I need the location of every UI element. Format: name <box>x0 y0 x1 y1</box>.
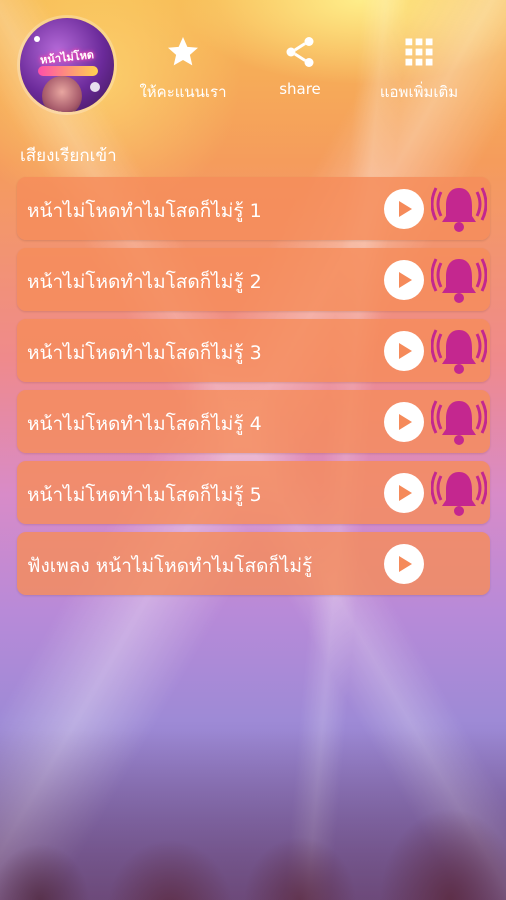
bell-icon[interactable] <box>431 324 487 378</box>
rate-label: ให้คะแนนเรา <box>139 83 227 101</box>
ringtone-list: หน้าไม่โหดทำไมโสดก็ไม่รู้ 1 หน้าไม่โหดทำ… <box>17 177 490 603</box>
play-icon[interactable] <box>384 473 424 513</box>
play-icon[interactable] <box>384 189 424 229</box>
star-icon <box>132 34 234 70</box>
ringtone-row-1[interactable]: หน้าไม่โหดทำไมโสดก็ไม่รู้ 1 <box>17 177 490 240</box>
share-icon <box>262 34 338 70</box>
section-title: เสียงเรียกเข้า <box>20 146 117 166</box>
bell-icon[interactable] <box>431 466 487 520</box>
row-label: หน้าไม่โหดทำไมโสดก็ไม่รู้ 2 <box>27 271 262 293</box>
more-apps-button[interactable]: แอพเพิ่มเติม <box>368 34 470 104</box>
logo-singer-photo <box>42 76 82 112</box>
row-label: หน้าไม่โหดทำไมโสดก็ไม่รู้ 3 <box>27 342 262 364</box>
share-label: share <box>279 80 321 98</box>
row-label: หน้าไม่โหดทำไมโสดก็ไม่รู้ 4 <box>27 413 262 435</box>
app-header: หน้าไม่โหด ให้คะแนนเรา share แอพเพิ่มเติ… <box>0 0 506 130</box>
apps-grid-icon <box>368 34 470 70</box>
ringtone-row-3[interactable]: หน้าไม่โหดทำไมโสดก็ไม่รู้ 3 <box>17 319 490 382</box>
more-apps-label: แอพเพิ่มเติม <box>379 83 459 101</box>
bell-icon[interactable] <box>431 395 487 449</box>
share-button[interactable]: share <box>262 34 338 104</box>
row-label: หน้าไม่โหดทำไมโสดก็ไม่รู้ 1 <box>27 200 262 222</box>
bell-icon[interactable] <box>431 253 487 307</box>
logo-sparkle <box>90 82 100 92</box>
play-icon[interactable] <box>384 260 424 300</box>
listen-song-row[interactable]: ฟังเพลง หน้าไม่โหดทำไมโสดก็ไม่รู้ <box>17 532 490 595</box>
rate-button[interactable]: ให้คะแนนเรา <box>132 34 234 104</box>
app-logo[interactable]: หน้าไม่โหด <box>20 18 114 112</box>
logo-banner <box>38 66 98 76</box>
ringtone-row-2[interactable]: หน้าไม่โหดทำไมโสดก็ไม่รู้ 2 <box>17 248 490 311</box>
play-icon[interactable] <box>384 331 424 371</box>
logo-sparkle <box>34 36 40 42</box>
background-crowd <box>0 730 506 900</box>
row-label: หน้าไม่โหดทำไมโสดก็ไม่รู้ 5 <box>27 484 262 506</box>
bell-icon[interactable] <box>431 182 487 236</box>
row-label: ฟังเพลง หน้าไม่โหดทำไมโสดก็ไม่รู้ <box>27 555 313 577</box>
play-icon[interactable] <box>384 402 424 442</box>
ringtone-row-4[interactable]: หน้าไม่โหดทำไมโสดก็ไม่รู้ 4 <box>17 390 490 453</box>
play-icon[interactable] <box>384 544 424 584</box>
ringtone-row-5[interactable]: หน้าไม่โหดทำไมโสดก็ไม่รู้ 5 <box>17 461 490 524</box>
